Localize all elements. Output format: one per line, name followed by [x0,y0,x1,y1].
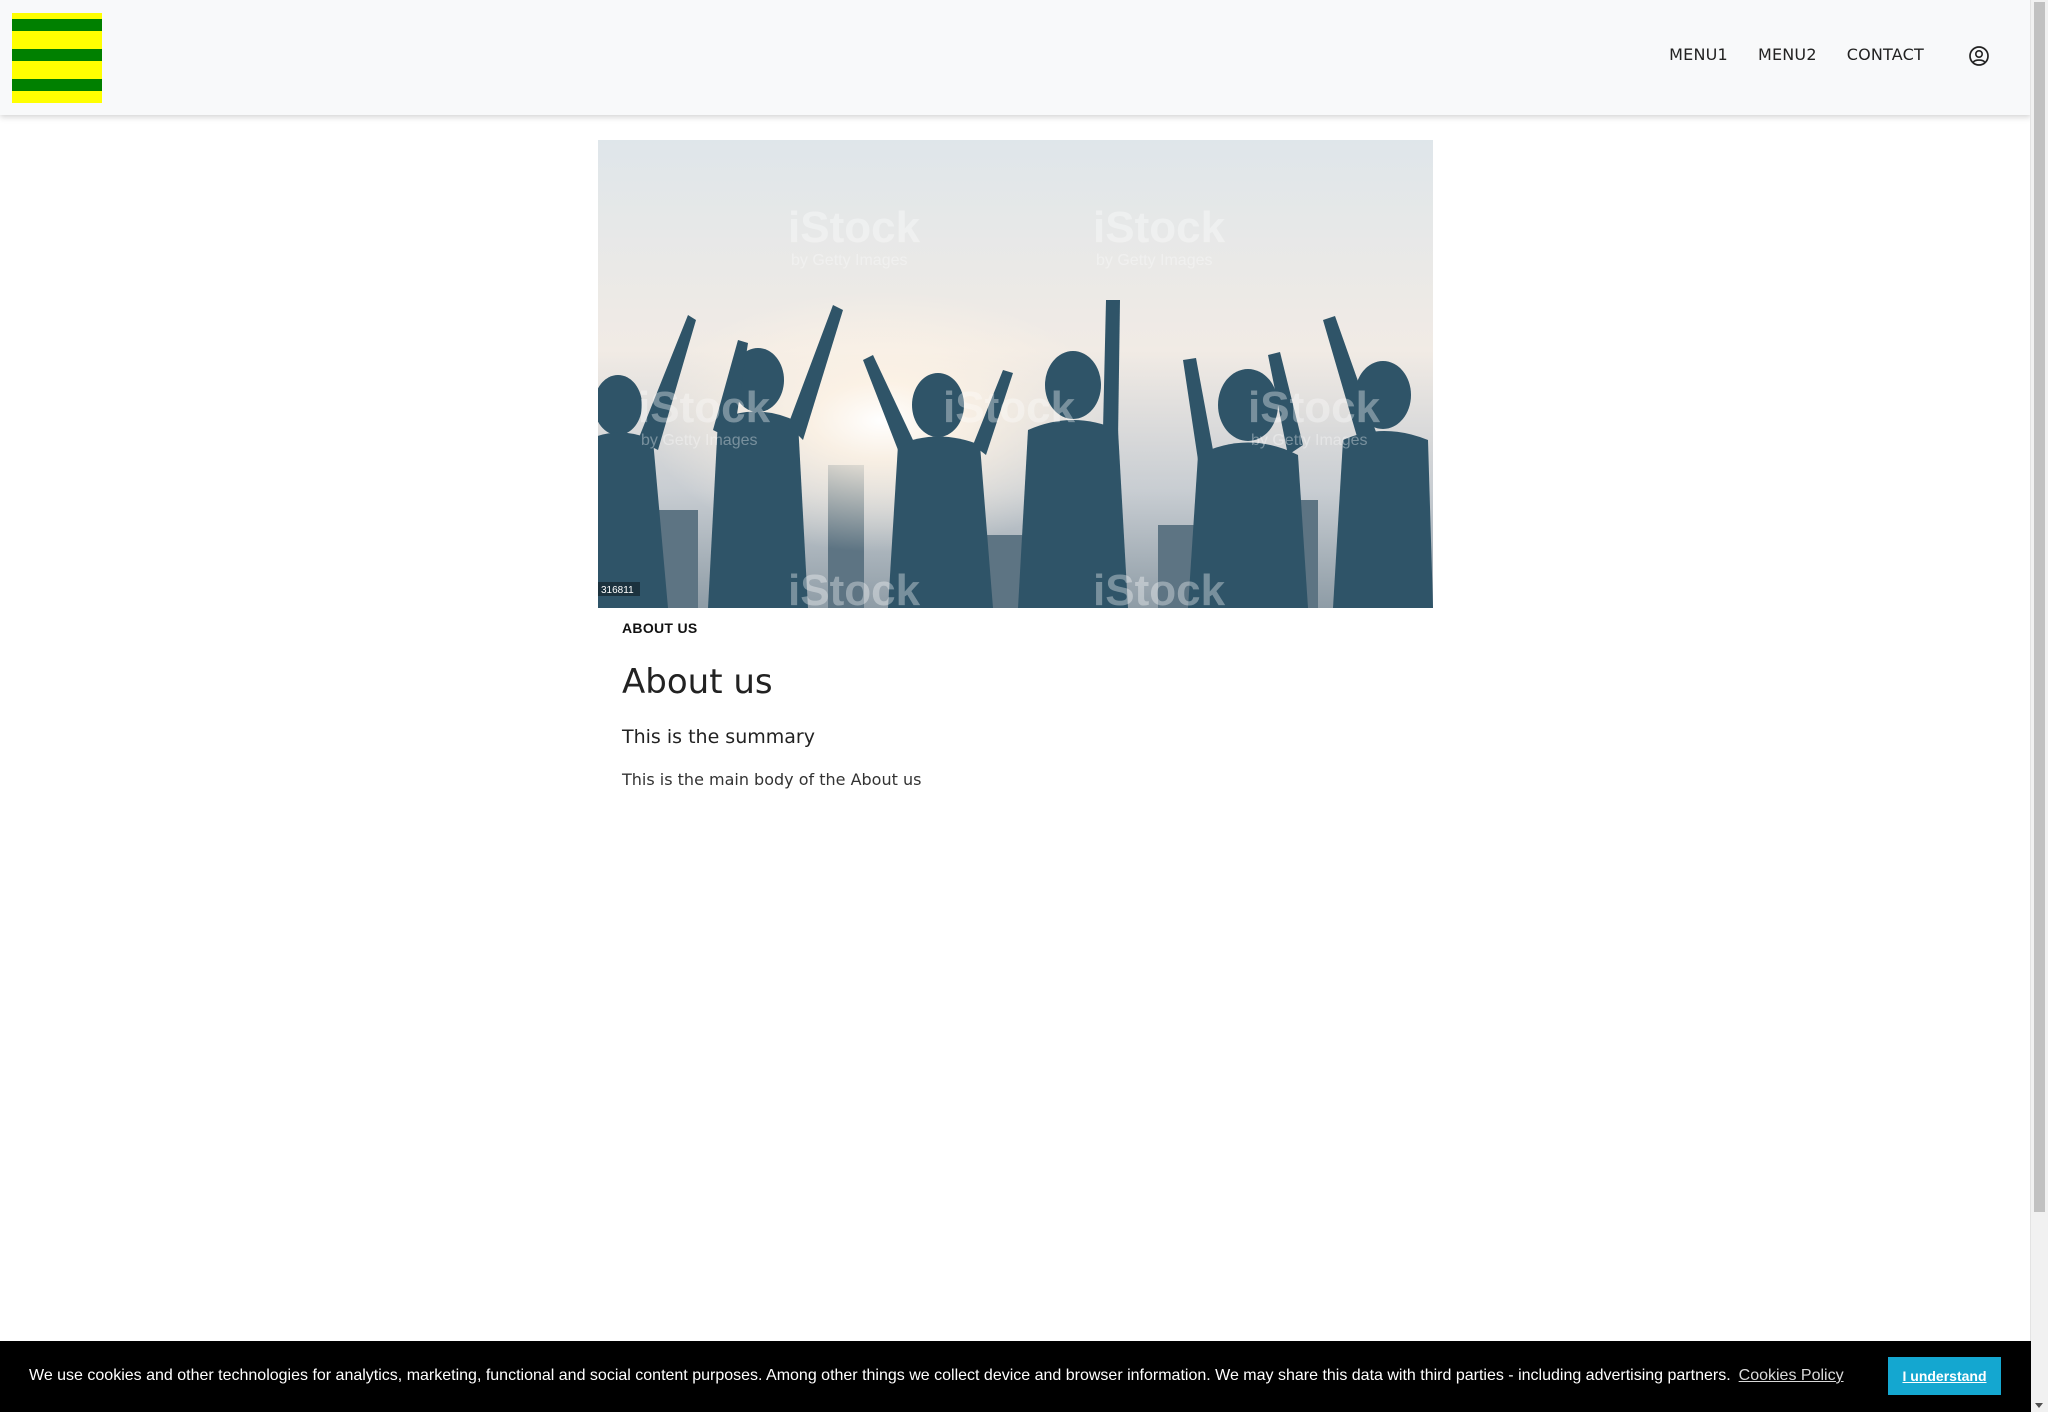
svg-text:iStock: iStock [1093,566,1226,608]
svg-text:by Getty Images: by Getty Images [1251,432,1368,449]
article-content: ABOUT US About us This is the summary Th… [622,620,1412,789]
cookie-message: We use cookies and other technologies fo… [29,1367,1844,1385]
main-nav: MENU1 MENU2 CONTACT [1669,45,1924,64]
site-logo[interactable] [12,13,102,103]
hero-image: iStock iStock iStock iStock iStock iStoc… [598,140,1433,608]
svg-text:iStock: iStock [788,566,921,608]
svg-text:by Getty Images: by Getty Images [641,432,758,449]
watermark-text: iStock [788,203,921,252]
cookies-policy-link[interactable]: Cookies Policy [1739,1367,1844,1384]
accept-cookies-button[interactable]: I understand [1888,1357,2001,1395]
nav-menu1-link[interactable]: MENU1 [1669,45,1728,64]
scrollbar-thumb[interactable] [2034,2,2045,1212]
watermark-subtext: by Getty Images [791,252,908,269]
nav-menu2-link[interactable]: MENU2 [1758,45,1817,64]
scroll-down-arrow-icon[interactable] [2035,1403,2043,1408]
site-header: MENU1 MENU2 CONTACT [0,0,2031,115]
svg-text:iStock: iStock [1248,383,1381,432]
cookie-text: We use cookies and other technologies fo… [29,1367,1731,1384]
body-text: This is the main body of the About us [622,770,922,789]
svg-text:iStock: iStock [943,383,1076,432]
vertical-scrollbar[interactable] [2030,0,2048,1412]
summary-text: This is the summary [622,726,815,748]
user-circle-icon[interactable] [1968,45,1990,67]
svg-text:iStock: iStock [1093,203,1226,252]
svg-text:iStock: iStock [638,383,771,432]
nav-contact-link[interactable]: CONTACT [1847,45,1924,64]
page-title: About us [622,662,773,702]
image-id-label: 316811 [601,585,634,596]
breadcrumb: ABOUT US [622,620,698,636]
svg-text:by Getty Images: by Getty Images [1096,252,1213,269]
page: MENU1 MENU2 CONTACT iStock iStock iStock… [0,0,2048,1412]
cookie-banner: We use cookies and other technologies fo… [0,1341,2031,1412]
